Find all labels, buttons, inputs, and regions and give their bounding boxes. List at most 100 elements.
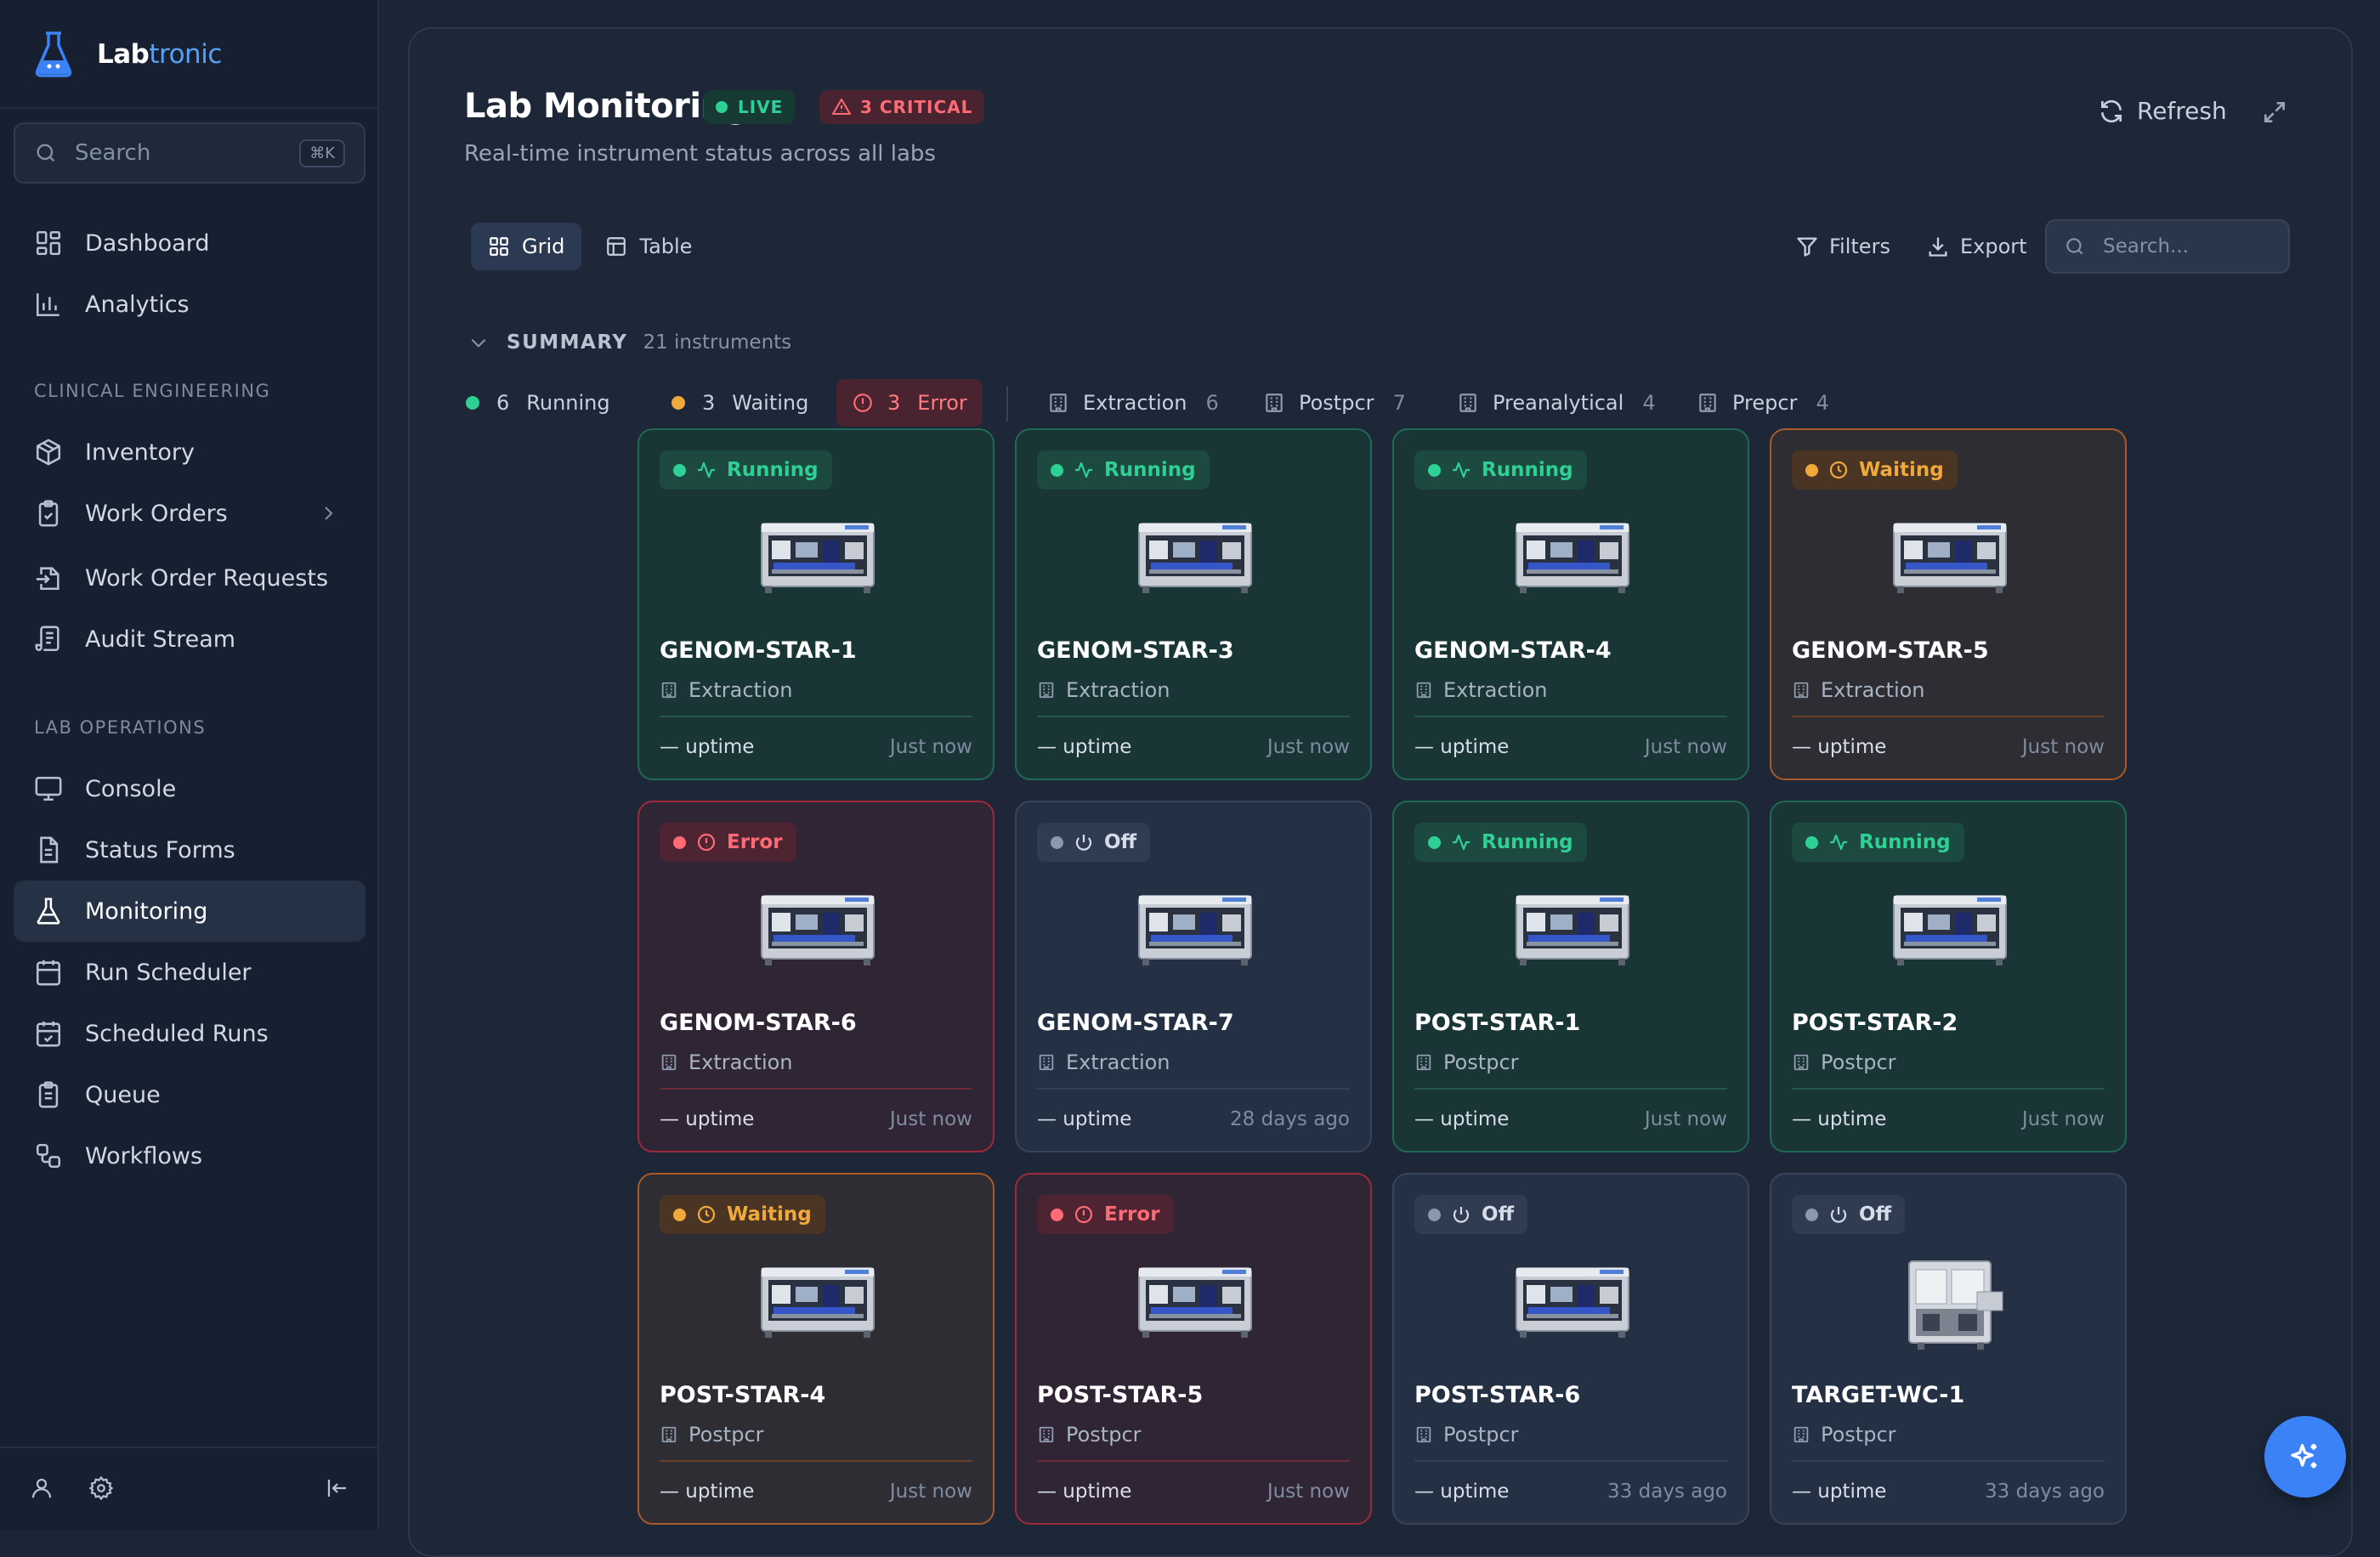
grid-view-button[interactable]: Grid bbox=[471, 223, 582, 270]
instrument-name: GENOM-STAR-4 bbox=[1414, 637, 1612, 664]
instrument-card[interactable]: Waiting GENOM-STAR-5 Extraction — uptime Jus… bbox=[1770, 428, 2127, 780]
summary-toggle[interactable]: SUMMARY 21 instruments bbox=[468, 331, 791, 354]
lab-chip-extraction[interactable]: Extraction 6 bbox=[1032, 379, 1234, 427]
divider bbox=[1792, 1088, 2105, 1090]
uptime-value: — uptime bbox=[1037, 736, 1132, 758]
export-button[interactable]: Export bbox=[1926, 235, 2027, 258]
instrument-card[interactable]: Error POST-STAR-5 Postpcr — uptime Just now bbox=[1015, 1173, 1372, 1525]
status-chip-running[interactable]: 6 Running bbox=[450, 379, 626, 427]
sidebar-item-audit-stream[interactable]: Audit Stream bbox=[14, 609, 366, 670]
lab-chip-prepcr[interactable]: Prepcr 4 bbox=[1681, 379, 1844, 427]
gear-icon[interactable] bbox=[88, 1475, 114, 1501]
building-icon bbox=[1794, 1426, 1809, 1443]
uptime-value: — uptime bbox=[660, 1108, 755, 1130]
live-badge: LIVE bbox=[704, 90, 796, 124]
sidebar-item-inventory[interactable]: Inventory bbox=[14, 422, 366, 483]
building-icon bbox=[1039, 1426, 1054, 1443]
sidebar-item-analytics[interactable]: Analytics bbox=[14, 274, 366, 335]
divider bbox=[0, 107, 379, 109]
sparkles-icon bbox=[2291, 1444, 2317, 1469]
status-chip-error[interactable]: 3 Error bbox=[836, 379, 983, 427]
flask-icon bbox=[37, 897, 60, 925]
expand-icon[interactable] bbox=[2261, 99, 2288, 126]
sidebar-item-work-orders[interactable]: Work Orders bbox=[14, 483, 366, 544]
building-icon bbox=[1039, 682, 1054, 699]
user-icon[interactable] bbox=[29, 1475, 54, 1501]
divider bbox=[660, 1088, 972, 1090]
building-icon bbox=[1794, 682, 1809, 699]
uptime-value: — uptime bbox=[1414, 1481, 1510, 1503]
instrument-card[interactable]: Running POST-STAR-2 Postpcr — uptime Just no… bbox=[1770, 801, 2127, 1152]
lab-chip-preanalytical[interactable]: Preanalytical 4 bbox=[1442, 379, 1671, 427]
building-icon bbox=[1266, 393, 1283, 412]
status-badge: Running bbox=[1037, 450, 1210, 490]
critical-badge[interactable]: 3 CRITICAL bbox=[819, 90, 985, 124]
nav-section-title: CLINICAL ENGINEERING bbox=[34, 381, 271, 401]
sidebar-item-dashboard[interactable]: Dashboard bbox=[14, 212, 366, 274]
instrument-lab: Postpcr bbox=[660, 1423, 764, 1447]
instrument-lab: Postpcr bbox=[1792, 1423, 1896, 1447]
instrument-name: GENOM-STAR-5 bbox=[1792, 637, 1989, 664]
instrument-name: POST-STAR-2 bbox=[1792, 1010, 1958, 1036]
ai-assistant-button[interactable] bbox=[2264, 1416, 2346, 1498]
building-icon bbox=[1050, 393, 1067, 412]
calendar-check-icon bbox=[36, 1021, 61, 1047]
lab-chip-postpcr[interactable]: Postpcr 7 bbox=[1248, 379, 1421, 427]
last-seen: Just now bbox=[889, 1481, 972, 1503]
clock-icon bbox=[1829, 461, 1848, 479]
sidebar-item-run-scheduler[interactable]: Run Scheduler bbox=[14, 942, 366, 1003]
monitor-icon bbox=[35, 776, 62, 801]
filters-button[interactable]: Filters bbox=[1795, 235, 1890, 258]
sidebar-item-queue[interactable]: Queue bbox=[14, 1064, 366, 1125]
building-icon bbox=[1699, 393, 1716, 412]
nav-section-title: LAB OPERATIONS bbox=[34, 717, 207, 738]
instrument-card[interactable]: Off GENOM-STAR-7 Extraction — uptime 28 days… bbox=[1015, 801, 1372, 1152]
sidebar-item-scheduled-runs[interactable]: Scheduled Runs bbox=[14, 1003, 366, 1064]
file-import-icon bbox=[36, 567, 60, 591]
instrument-lab: Extraction bbox=[1037, 678, 1170, 702]
status-badge: Running bbox=[1792, 823, 1964, 862]
instrument-lab: Postpcr bbox=[1037, 1423, 1142, 1447]
building-icon bbox=[1459, 393, 1476, 412]
sidebar-item-status-forms[interactable]: Status Forms bbox=[14, 819, 366, 880]
sidebar-search[interactable]: Search ⌘K bbox=[14, 122, 366, 184]
instrument-card[interactable]: Off TARGET-WC-1 Postpcr — uptime 33 days ago bbox=[1770, 1173, 2127, 1525]
instrument-card[interactable]: Error GENOM-STAR-6 Extraction — uptime Just … bbox=[638, 801, 994, 1152]
monitoring-panel: Lab Monitoring LIVE 3 CRITICAL Real-time… bbox=[408, 27, 2353, 1557]
filter-icon bbox=[1797, 237, 1817, 257]
collapse-sidebar-icon[interactable] bbox=[325, 1475, 350, 1501]
download-icon bbox=[1929, 237, 1947, 257]
divider bbox=[1414, 716, 1727, 717]
alert-circle-icon bbox=[697, 833, 716, 852]
instrument-name: GENOM-STAR-3 bbox=[1037, 637, 1234, 664]
sidebar-item-console[interactable]: Console bbox=[14, 758, 366, 819]
status-badge: Running bbox=[1414, 823, 1587, 862]
last-seen: 33 days ago bbox=[1607, 1481, 1727, 1503]
activity-icon bbox=[1453, 461, 1470, 478]
instrument-card[interactable]: Off POST-STAR-6 Postpcr — uptime 33 days ago bbox=[1392, 1173, 1749, 1525]
instrument-card[interactable]: Waiting POST-STAR-4 Postpcr — uptime Just no… bbox=[638, 1173, 994, 1525]
status-chip-waiting[interactable]: 3 Waiting bbox=[656, 379, 824, 427]
table-view-button[interactable]: Table bbox=[588, 223, 709, 270]
instrument-card[interactable]: Running POST-STAR-1 Postpcr — uptime Just no… bbox=[1392, 801, 1749, 1152]
building-icon bbox=[1416, 1054, 1431, 1071]
uptime-value: — uptime bbox=[1414, 736, 1510, 758]
divider bbox=[1414, 1460, 1727, 1462]
sidebar-item-monitoring[interactable]: Monitoring bbox=[14, 880, 366, 942]
instrument-name: POST-STAR-6 bbox=[1414, 1382, 1581, 1408]
sidebar-item-workflows[interactable]: Workflows bbox=[14, 1125, 366, 1186]
instrument-card[interactable]: Running GENOM-STAR-3 Extraction — uptime Jus… bbox=[1015, 428, 1372, 780]
instrument-search-input[interactable]: Search... bbox=[2045, 219, 2290, 274]
sidebar-item-work-order-requests[interactable]: Work Order Requests bbox=[14, 547, 366, 609]
bar-chart-icon bbox=[36, 293, 60, 317]
refresh-button[interactable]: Refresh bbox=[2098, 97, 2227, 125]
uptime-value: — uptime bbox=[1037, 1108, 1132, 1130]
alert-circle-icon bbox=[1074, 1205, 1093, 1224]
building-icon bbox=[1416, 682, 1431, 699]
brand[interactable]: Labtronic bbox=[34, 29, 222, 80]
divider bbox=[1792, 1460, 2105, 1462]
activity-icon bbox=[698, 461, 715, 478]
instrument-card[interactable]: Running GENOM-STAR-4 Extraction — uptime Jus… bbox=[1392, 428, 1749, 780]
grid-icon bbox=[490, 237, 508, 256]
instrument-card[interactable]: Running GENOM-STAR-1 Extraction — uptime Jus… bbox=[638, 428, 994, 780]
